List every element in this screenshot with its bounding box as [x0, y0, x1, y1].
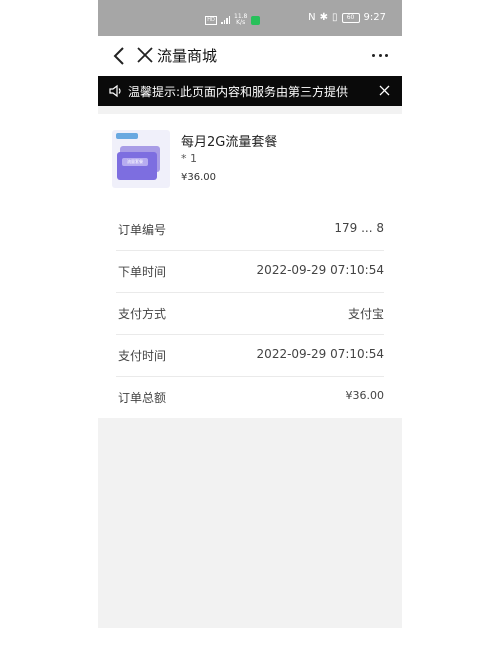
- speaker-icon: [109, 84, 121, 98]
- product-thumbnail: 流量套餐: [112, 130, 170, 188]
- payment-time-value: 2022-09-29 07:10:54: [256, 347, 384, 361]
- battery-icon: 60: [341, 12, 360, 23]
- vibrate-icon: ▯: [332, 12, 338, 23]
- product-name: 每月2G流量套餐: [181, 135, 278, 150]
- status-right-icons: N ✱ ▯ 60 9:27: [308, 12, 386, 23]
- net-speed-unit: K/s: [236, 19, 246, 26]
- product-card[interactable]: 流量套餐 每月2G流量套餐 * 1 ¥36.00: [98, 114, 402, 204]
- title-bar: 流量商城: [98, 36, 402, 76]
- net-speed: 11.8 K/s: [234, 14, 247, 26]
- product-quantity: * 1: [181, 152, 197, 165]
- order-time-row: 下单时间 2022-09-29 07:10:54: [116, 250, 384, 293]
- nfc-icon: N: [308, 12, 316, 23]
- phone-screen: HD 11.8 K/s N ✱ ▯ 60 9:27 流量商城 温馨提示:此页面内…: [98, 0, 402, 628]
- wechat-notification-icon: [251, 15, 261, 25]
- order-total-row: 订单总额 ¥36.00: [116, 376, 384, 418]
- product-price: ¥36.00: [181, 172, 216, 183]
- sim-icon: HD: [205, 15, 217, 25]
- status-bar: HD 11.8 K/s N ✱ ▯ 60 9:27: [98, 0, 402, 36]
- signal-icon: [221, 16, 230, 24]
- close-icon[interactable]: [136, 46, 154, 64]
- payment-method-row: 支付方式 支付宝: [116, 292, 384, 335]
- thumbnail-label: 流量套餐: [122, 158, 148, 166]
- order-number-label: 订单编号: [118, 223, 167, 237]
- carrier-logo-icon: [116, 133, 138, 139]
- notice-close-icon[interactable]: [379, 85, 390, 96]
- notice-text: 温馨提示:此页面内容和服务由第三方提供: [128, 85, 349, 99]
- payment-time-label: 支付时间: [118, 349, 167, 363]
- back-arrow-icon[interactable]: [110, 44, 130, 68]
- order-number-row: 订单编号 179 ... 8: [116, 208, 384, 251]
- payment-method-label: 支付方式: [118, 307, 167, 321]
- order-details: 订单编号 179 ... 8 下单时间 2022-09-29 07:10:54 …: [98, 208, 402, 418]
- order-number-value: 179 ... 8: [334, 221, 384, 235]
- order-time-value: 2022-09-29 07:10:54: [256, 263, 384, 277]
- payment-time-row: 支付时间 2022-09-29 07:10:54: [116, 334, 384, 377]
- page-title: 流量商城: [157, 47, 218, 65]
- more-options-icon[interactable]: [372, 54, 388, 58]
- order-time-label: 下单时间: [118, 265, 167, 279]
- order-total-label: 订单总额: [118, 391, 167, 405]
- notice-bar: 温馨提示:此页面内容和服务由第三方提供: [98, 76, 402, 106]
- thumbnail-card-front: [117, 152, 157, 180]
- status-left-icons: HD 11.8 K/s: [205, 14, 261, 26]
- bluetooth-icon: ✱: [319, 12, 329, 23]
- order-total-value: ¥36.00: [345, 389, 385, 402]
- status-time: 9:27: [363, 12, 386, 23]
- payment-method-value: 支付宝: [347, 307, 384, 321]
